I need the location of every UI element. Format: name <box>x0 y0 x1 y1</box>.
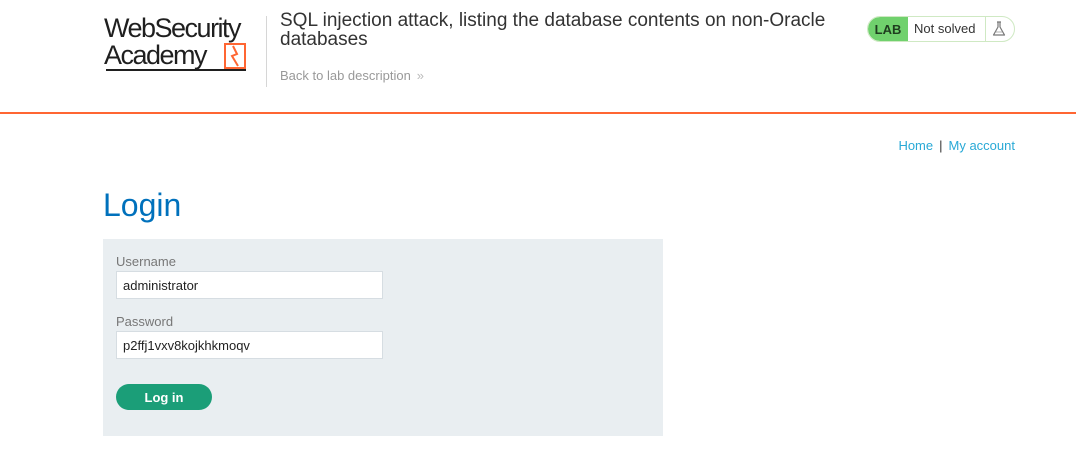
lab-status-widget: LAB Not solved <box>867 16 1015 42</box>
username-input[interactable] <box>116 271 383 299</box>
back-link-label: Back to lab description <box>280 68 411 83</box>
lab-status-text: Not solved <box>914 21 976 36</box>
back-to-lab-description-link[interactable]: Back to lab description » <box>280 68 424 83</box>
web-security-academy-logo[interactable]: WebSecurity Academy <box>104 14 264 76</box>
home-link[interactable]: Home <box>898 138 933 153</box>
page-title: Login <box>103 187 182 223</box>
lab-badge: LAB <box>868 17 908 41</box>
lightning-bolt-icon <box>224 43 246 69</box>
site-header: WebSecurity Academy SQL injection attack… <box>0 0 1076 114</box>
username-label: Username <box>116 254 176 269</box>
top-navigation: Home | My account <box>898 138 1015 153</box>
log-in-button[interactable]: Log in <box>116 384 212 410</box>
header-divider <box>266 16 267 87</box>
logo-line1: WebSecurity <box>104 13 242 43</box>
status-separator <box>985 17 986 41</box>
flask-icon <box>992 21 1006 36</box>
login-form: Username Password Log in <box>103 239 663 436</box>
logo-underline <box>106 69 246 71</box>
double-chevron-right-icon: » <box>416 68 425 83</box>
lab-title: SQL injection attack, listing the databa… <box>280 10 826 50</box>
password-label: Password <box>116 314 174 329</box>
logo-line2: Academy <box>104 40 208 70</box>
my-account-link[interactable]: My account <box>949 138 1015 153</box>
nav-separator: | <box>939 138 943 153</box>
password-input[interactable] <box>116 331 383 359</box>
